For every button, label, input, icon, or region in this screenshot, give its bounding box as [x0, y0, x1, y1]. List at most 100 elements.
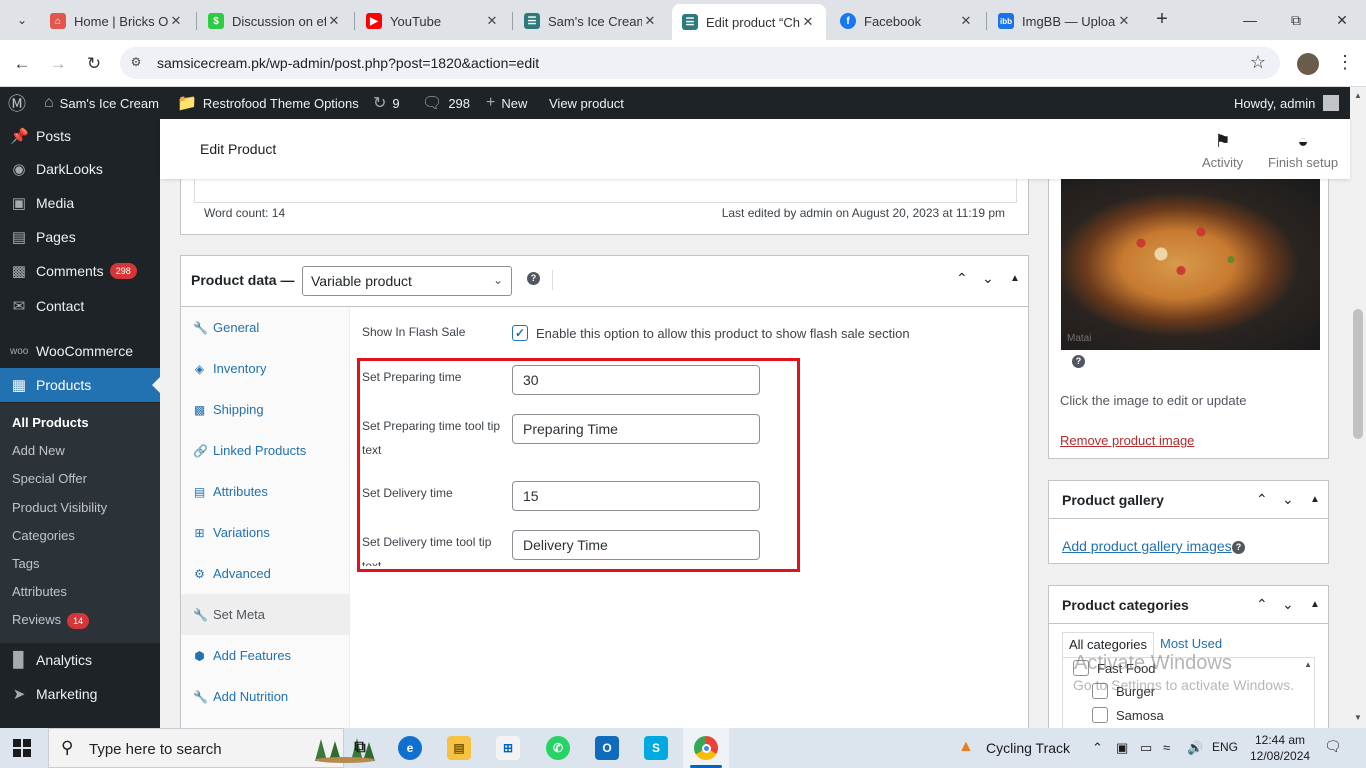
close-window-icon[interactable]: ✕ — [1319, 6, 1365, 34]
language-indicator[interactable]: ENG — [1212, 740, 1238, 754]
site-info-icon[interactable]: ⚙ — [128, 55, 144, 71]
sidebar-item-products[interactable]: ▦ Products — [0, 368, 160, 402]
sidebar-item-pages[interactable]: ▤ Pages — [0, 220, 160, 254]
windows-start-icon[interactable] — [13, 739, 31, 757]
scroll-down-icon[interactable]: ▼ — [1350, 713, 1366, 722]
notification-icon[interactable]: 🗨 — [1324, 738, 1342, 755]
move-down-icon[interactable]: ⌄ — [1282, 491, 1294, 508]
tab-close-icon[interactable]: ✕ — [800, 14, 816, 30]
tab-close-icon[interactable]: ✕ — [326, 13, 342, 29]
new-content-link[interactable]: + New — [486, 87, 527, 119]
edge-icon[interactable]: e — [398, 736, 422, 760]
move-down-icon[interactable]: ⌄ — [1282, 596, 1294, 613]
task-view-icon[interactable]: ⧉ — [348, 736, 372, 760]
scroll-up-icon[interactable]: ▲ — [1350, 91, 1366, 100]
weather-text[interactable]: Cycling Track — [986, 740, 1070, 756]
theme-options-link[interactable]: 📁 Restrofood Theme Options — [177, 87, 359, 119]
tab-variations[interactable]: ⊞ Variations — [181, 512, 350, 553]
taskbar-clock[interactable]: 12:44 am 12/08/2024 — [1250, 732, 1310, 764]
wordpress-logo-icon[interactable]: Ⓜ — [8, 87, 32, 119]
submenu-tags[interactable]: Tags — [12, 556, 39, 571]
submenu-add-new[interactable]: Add New — [12, 443, 65, 458]
submenu-all-products[interactable]: All Products — [12, 415, 89, 430]
tab-close-icon[interactable]: ✕ — [958, 13, 974, 29]
tray-expand-icon[interactable]: ⌃ — [1092, 740, 1103, 756]
browser-tab[interactable]: ▶ YouTube ✕ — [356, 6, 510, 36]
page-scrollbar[interactable]: ▲ ▼ — [1350, 87, 1366, 728]
sidebar-item-darklooks[interactable]: ◉ DarkLooks — [0, 152, 160, 186]
tab-search-chevron-icon[interactable]: ⌄ — [8, 8, 36, 32]
tab-linked-products[interactable]: 🔗 Linked Products — [181, 430, 350, 471]
remove-product-image-link[interactable]: Remove product image — [1060, 433, 1194, 448]
tab-close-icon[interactable]: ✕ — [168, 13, 184, 29]
tab-shipping[interactable]: ▩ Shipping — [181, 389, 350, 430]
submenu-attributes[interactable]: Attributes — [12, 584, 67, 599]
browser-tab[interactable]: $ Discussion on ef ✕ — [198, 6, 352, 36]
tab-set-meta[interactable]: 🔧 Set Meta — [181, 594, 350, 635]
tab-advanced[interactable]: ⚙ Advanced — [181, 553, 350, 594]
finish-setup-button[interactable]: ◒ Finish setup — [1268, 129, 1338, 170]
preparing-tooltip-input[interactable] — [512, 414, 760, 444]
move-up-icon[interactable]: ⌃ — [956, 270, 968, 287]
tab-add-nutrition[interactable]: 🔧 Add Nutrition — [181, 676, 350, 717]
bookmark-star-icon[interactable]: ☆ — [1250, 52, 1266, 73]
category-item[interactable]: Samosa — [1092, 707, 1164, 723]
new-tab-button[interactable]: + — [1150, 8, 1174, 32]
url-text[interactable]: samsicecream.pk/wp-admin/post.php?post=1… — [157, 55, 539, 71]
tab-add-features[interactable]: ⬢ Add Features — [181, 635, 350, 676]
outlook-icon[interactable]: O — [595, 736, 619, 760]
tab-close-icon[interactable]: ✕ — [642, 13, 658, 29]
reload-icon[interactable]: ↻ — [82, 52, 106, 76]
add-gallery-images-link[interactable]: Add product gallery images — [1062, 538, 1232, 554]
collapse-toggle-icon[interactable]: ▲ — [1310, 599, 1320, 610]
delivery-time-input[interactable] — [512, 481, 760, 511]
help-icon[interactable]: ? — [1232, 541, 1245, 554]
site-name-link[interactable]: ⌂ Sam's Ice Cream — [44, 87, 159, 119]
browser-tab[interactable]: ibb ImgBB — Uploa ✕ — [988, 6, 1142, 36]
submenu-special-offer[interactable]: Special Offer — [12, 471, 87, 486]
editor-content-area[interactable] — [194, 179, 1017, 203]
taskbar-search[interactable]: ⚲ Type here to search — [48, 728, 375, 768]
comments-link[interactable]: 🗨 298 — [422, 87, 470, 119]
help-icon[interactable]: ? — [527, 272, 540, 285]
browser-tab[interactable]: ⌂ Home | Bricks Ov ✕ — [40, 6, 194, 36]
forward-icon[interactable]: → — [46, 52, 70, 76]
store-icon[interactable]: ⊞ — [496, 736, 520, 760]
submenu-reviews[interactable]: Reviews 14 — [12, 612, 90, 629]
profile-avatar[interactable] — [1297, 53, 1319, 75]
scroll-thumb[interactable] — [1353, 309, 1363, 439]
url-omnibox[interactable]: ⚙ samsicecream.pk/wp-admin/post.php?post… — [120, 47, 1280, 79]
product-image[interactable]: Matai — [1061, 179, 1320, 350]
updates-link[interactable]: ↻ 9 — [373, 87, 400, 119]
tab-general[interactable]: 🔧 General — [181, 307, 350, 348]
sidebar-item-analytics[interactable]: ▉ Analytics — [0, 643, 160, 677]
tab-inventory[interactable]: ◈ Inventory — [181, 348, 350, 389]
skype-icon[interactable]: S — [644, 736, 668, 760]
submenu-categories[interactable]: Categories — [12, 528, 75, 543]
collapse-toggle-icon[interactable]: ▲ — [1310, 494, 1320, 505]
sidebar-item-woocommerce[interactable]: woo WooCommerce — [0, 334, 160, 368]
back-icon[interactable]: ← — [10, 52, 34, 76]
move-up-icon[interactable]: ⌃ — [1256, 596, 1268, 613]
whatsapp-icon[interactable]: ✆ — [546, 736, 570, 760]
move-up-icon[interactable]: ⌃ — [1256, 491, 1268, 508]
restore-icon[interactable]: ⧉ — [1273, 6, 1319, 34]
minimize-icon[interactable]: — — [1227, 6, 1273, 34]
preparing-time-input[interactable] — [512, 365, 760, 395]
activity-button[interactable]: ⚑ Activity — [1202, 129, 1243, 170]
browser-menu-icon[interactable]: ⋮ — [1336, 52, 1354, 73]
tab-attributes[interactable]: ▤ Attributes — [181, 471, 350, 512]
help-icon[interactable]: ? — [1072, 355, 1085, 368]
product-type-select[interactable]: Variable product ⌄ — [302, 266, 512, 296]
battery-icon[interactable]: ▭ — [1140, 740, 1152, 756]
volume-icon[interactable]: 🔊 — [1187, 740, 1203, 756]
browser-tab[interactable]: ☰ Sam's Ice Cream ✕ — [514, 6, 668, 36]
sidebar-item-posts[interactable]: 📌 Posts — [0, 119, 160, 153]
sidebar-item-marketing[interactable]: ➤ Marketing — [0, 677, 160, 711]
collapse-toggle-icon[interactable]: ▲ — [1010, 273, 1020, 284]
tab-close-icon[interactable]: ✕ — [1116, 13, 1132, 29]
submenu-product-visibility[interactable]: Product Visibility — [12, 500, 107, 515]
view-product-link[interactable]: View product — [549, 87, 624, 119]
tab-close-icon[interactable]: ✕ — [484, 13, 500, 29]
meet-now-icon[interactable]: ▣ — [1116, 740, 1128, 756]
